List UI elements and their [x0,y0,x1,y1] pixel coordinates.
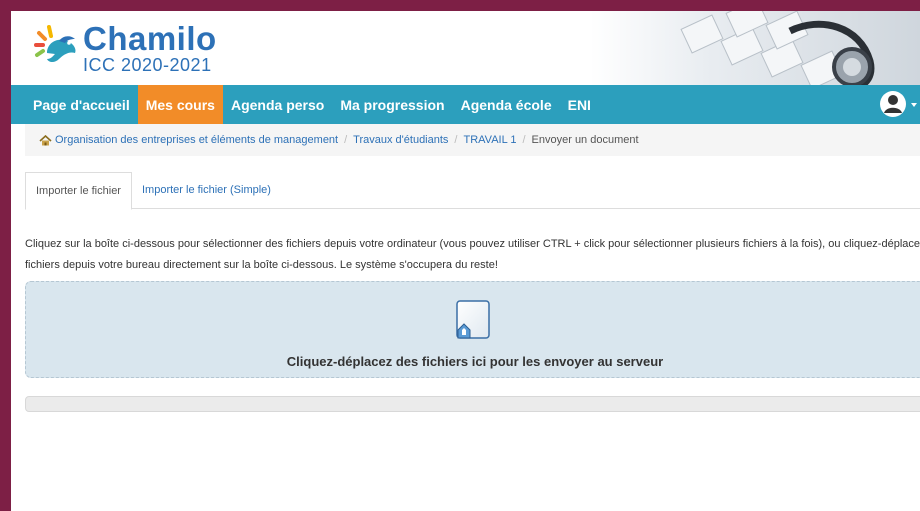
breadcrumb-separator: / [344,134,348,146]
user-menu[interactable] [876,85,920,124]
upload-tabs: Importer le fichier Importer le fichier … [25,172,920,210]
dropzone-label: Cliquez-déplacez des fichiers ici pour l… [286,354,664,369]
upload-progress-bar [25,396,920,412]
breadcrumb-student-work[interactable]: Travaux d'étudiants [353,134,448,146]
tab-import-file-simple[interactable]: Importer le fichier (Simple) [132,172,281,208]
user-avatar-icon [880,91,917,117]
home-icon[interactable] [39,134,52,146]
chameleon-logo-icon [33,23,79,67]
instructions-line-1: Cliquez sur la boîte ci-dessous pour sél… [25,238,920,250]
tab-import-file[interactable]: Importer le fichier [25,172,132,210]
breadcrumb-course[interactable]: Organisation des entreprises et éléments… [55,134,338,146]
breadcrumb: Organisation des entreprises et éléments… [25,124,920,156]
nav-my-progress[interactable]: Ma progression [332,85,452,124]
nav-eni[interactable]: ENI [560,85,599,124]
nav-home[interactable]: Page d'accueil [25,85,138,124]
logo-subtitle: ICC 2020-2021 [83,55,212,75]
breadcrumb-assignment[interactable]: TRAVAIL 1 [463,134,516,146]
chamilo-logo[interactable]: Chamilo ICC 2020-2021 [33,20,217,75]
page: Chamilo ICC 2020-2021 Page d'accueil Mes… [11,11,920,511]
chevron-down-icon [911,103,917,107]
upload-instructions: Cliquez sur la boîte ci-dessous pour sél… [25,234,920,276]
nav-personal-agenda[interactable]: Agenda perso [223,85,332,124]
breadcrumb-separator: / [522,134,526,146]
instructions-line-2: fichiers depuis votre bureau directement… [25,259,498,271]
breadcrumb-separator: / [454,134,458,146]
nav-school-agenda[interactable]: Agenda école [453,85,560,124]
main-navbar: Page d'accueil Mes cours Agenda perso Ma… [11,85,920,124]
header: Chamilo ICC 2020-2021 [11,11,920,85]
upload-file-icon [454,300,492,340]
nav-my-courses[interactable]: Mes cours [137,85,223,124]
breadcrumb-current: Envoyer un document [531,134,639,146]
file-dropzone[interactable]: Cliquez-déplacez des fichiers ici pour l… [25,281,920,378]
logo-title: Chamilo [83,20,217,57]
header-banner-image [590,11,920,85]
